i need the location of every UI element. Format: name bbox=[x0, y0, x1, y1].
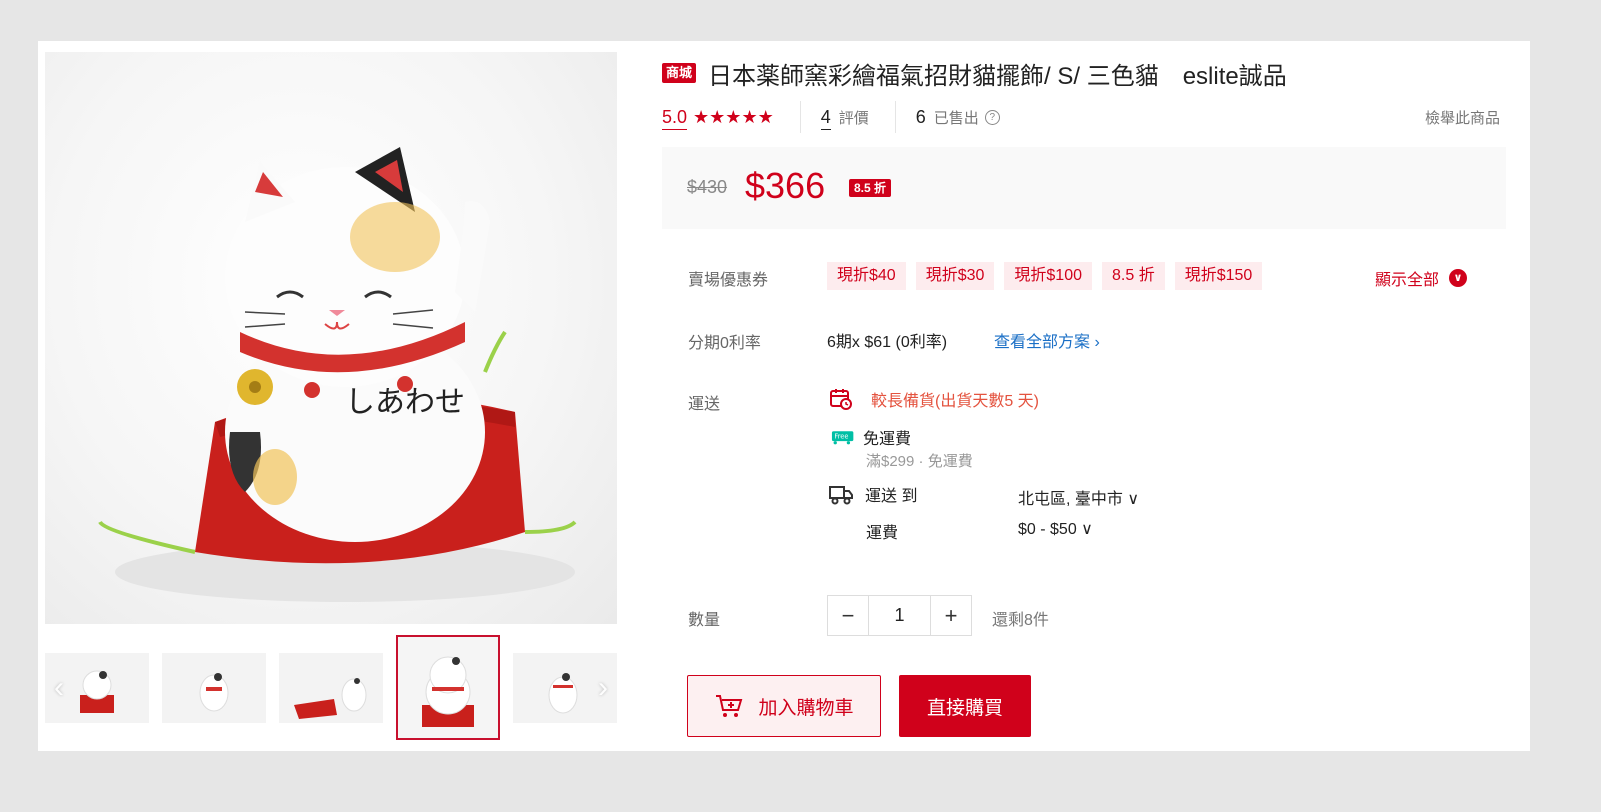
help-icon[interactable]: ? bbox=[984, 109, 1000, 125]
installment-label: 分期0利率 bbox=[688, 335, 761, 352]
free-shipping-icon: Free bbox=[827, 425, 855, 449]
star-rating-icon: ★★★★★ bbox=[693, 106, 774, 127]
cart-plus-icon bbox=[714, 693, 744, 719]
thumbnail[interactable] bbox=[162, 653, 266, 723]
quantity-decrease-button[interactable]: − bbox=[828, 596, 868, 635]
stock-remaining: 還剩8件 bbox=[992, 612, 1049, 629]
sold-label: 已售出 bbox=[933, 109, 979, 127]
ship-to-row: 運送 到 bbox=[827, 482, 917, 506]
review-label: 評價 bbox=[838, 109, 869, 127]
long-prep-text: 較長備貨(出貨天數5 天) bbox=[871, 393, 1040, 410]
shipping-label: 運送 bbox=[688, 396, 721, 413]
coupon-chip[interactable]: 現折$100 bbox=[1004, 262, 1093, 290]
lucky-cat-image: しあわせ bbox=[98, 147, 577, 602]
sold-count: 6 bbox=[915, 106, 926, 127]
buy-now-button[interactable]: 直接購買 bbox=[899, 675, 1031, 737]
quantity-increase-button[interactable]: + bbox=[931, 596, 971, 635]
add-to-cart-button[interactable]: 加入購物車 bbox=[687, 675, 881, 737]
quantity-stepper: − 1 + bbox=[827, 595, 972, 636]
quantity-label: 數量 bbox=[688, 612, 721, 629]
show-all-coupons-button[interactable]: 顯示全部 ∨ bbox=[1375, 266, 1468, 290]
free-badge-text: Free bbox=[834, 433, 848, 441]
chevron-down-circle-icon: ∨ bbox=[1449, 269, 1468, 287]
coupon-chip[interactable]: 8.5 折 bbox=[1102, 262, 1165, 290]
thumbnail-prev-arrow[interactable]: ‹ bbox=[49, 673, 69, 703]
rating-score[interactable]: 5.0 bbox=[662, 105, 688, 130]
view-all-plans-link[interactable]: 查看全部方案 › bbox=[994, 328, 1100, 352]
ship-to-label: 運送 到 bbox=[865, 488, 918, 505]
shipping-fee-label: 運費 bbox=[866, 525, 899, 542]
shipping-fee-dropdown[interactable]: $0 - $50 ∨ bbox=[1018, 519, 1093, 539]
thumbnail-next-arrow[interactable]: › bbox=[593, 673, 613, 703]
free-shipping-title: 免運費 bbox=[863, 431, 912, 448]
rating-row: 5.0 ★★★★★ 4 評價 6 已售出 ? 檢舉此商品 bbox=[662, 101, 1500, 133]
title-row: 商城 日本薬師窯彩繪福氣招財貓擺飾/ S/ 三色貓 eslite誠品 bbox=[662, 58, 1287, 90]
free-shipping-condition: 滿$299 · 免運費 bbox=[866, 453, 973, 470]
free-shipping-row: Free 免運費 bbox=[827, 425, 911, 449]
thumbnail-strip: ‹ › bbox=[45, 635, 617, 741]
coupon-chip[interactable]: 現折$40 bbox=[827, 262, 906, 290]
coupon-chip[interactable]: 現折$150 bbox=[1174, 262, 1263, 290]
mall-badge: 商城 bbox=[662, 63, 697, 83]
add-to-cart-label: 加入購物車 bbox=[758, 697, 854, 719]
main-product-image[interactable]: しあわせ bbox=[45, 52, 617, 624]
discount-badge: 8.5 折 bbox=[849, 179, 892, 197]
coupon-chip[interactable]: 現折$30 bbox=[915, 262, 995, 290]
price-box: $430 $366 8.5 折 bbox=[662, 147, 1506, 229]
quantity-input[interactable]: 1 bbox=[868, 596, 931, 635]
long-prep-row: 較長備貨(出貨天數5 天) bbox=[827, 387, 1039, 411]
current-price: $366 bbox=[745, 165, 826, 206]
divider bbox=[799, 101, 801, 133]
truck-icon bbox=[827, 482, 855, 506]
report-product-link[interactable]: 檢舉此商品 bbox=[1425, 107, 1500, 128]
product-title: 日本薬師窯彩繪福氣招財貓擺飾/ S/ 三色貓 eslite誠品 bbox=[708, 62, 1287, 90]
divider bbox=[894, 101, 896, 133]
coupons-label: 賣場優惠券 bbox=[688, 272, 769, 289]
thumbnail[interactable] bbox=[279, 653, 383, 723]
thumbnail-active[interactable] bbox=[396, 635, 500, 740]
review-count[interactable]: 4 bbox=[820, 105, 831, 130]
calendar-clock-icon bbox=[827, 387, 855, 411]
coupon-list: 現折$40 現折$30 現折$100 8.5 折 現折$150 bbox=[827, 262, 1263, 290]
installment-text: 6期x $61 (0利率) bbox=[827, 334, 948, 351]
original-price: $430 bbox=[687, 177, 728, 197]
show-all-label: 顯示全部 bbox=[1375, 272, 1440, 289]
ship-to-location-dropdown[interactable]: 北屯區, 臺中市 ∨ bbox=[1018, 485, 1139, 509]
